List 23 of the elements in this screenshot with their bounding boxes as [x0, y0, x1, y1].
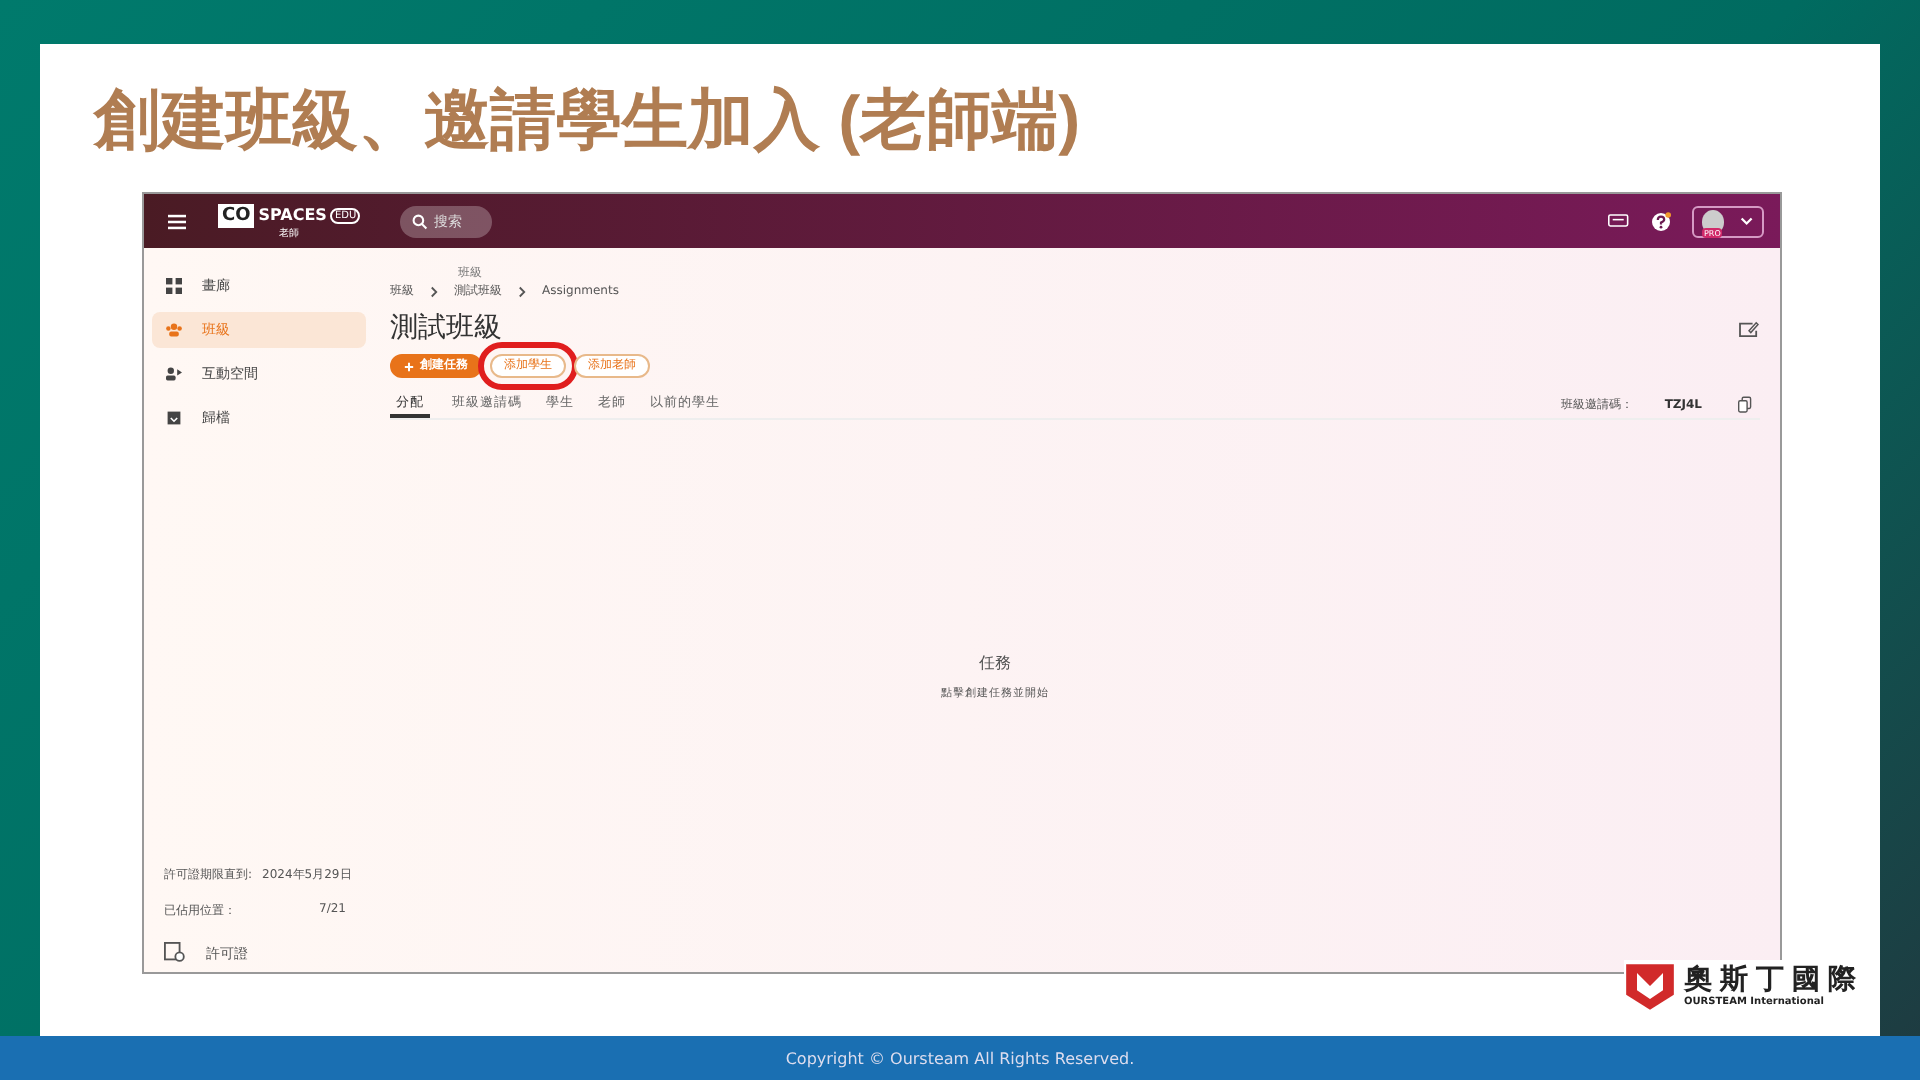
slide-title: 創建班級、邀請學生加入 (老師端): [94, 80, 1083, 160]
copy-icon[interactable]: [1738, 395, 1752, 413]
person-arrow-icon: [166, 366, 182, 382]
certificate-icon: [164, 942, 186, 964]
grid-icon: [166, 278, 182, 294]
chevron-icon: [518, 285, 526, 297]
chevron-icon: [430, 285, 438, 297]
company-name: 奧斯丁國際: [1684, 964, 1864, 996]
archive-icon: [166, 410, 182, 426]
keyboard-icon[interactable]: [1608, 211, 1630, 231]
logo-text: SPACES: [258, 206, 327, 224]
copyright-text: Copyright © Oursteam All Rights Reserved.: [785, 1049, 1135, 1067]
empty-state-title: 任務: [979, 652, 1011, 674]
help-icon[interactable]: [1650, 211, 1672, 231]
search-icon: [412, 213, 429, 229]
edit-icon[interactable]: [1738, 320, 1760, 338]
chevron-icon: [1740, 216, 1754, 226]
people-icon: [166, 322, 182, 338]
plus-icon: [404, 361, 414, 371]
logo-mark: CO: [218, 203, 255, 227]
avatar-icon: [1702, 209, 1725, 233]
class-title: 測試班級: [390, 310, 504, 346]
menu-icon[interactable]: [168, 213, 186, 229]
